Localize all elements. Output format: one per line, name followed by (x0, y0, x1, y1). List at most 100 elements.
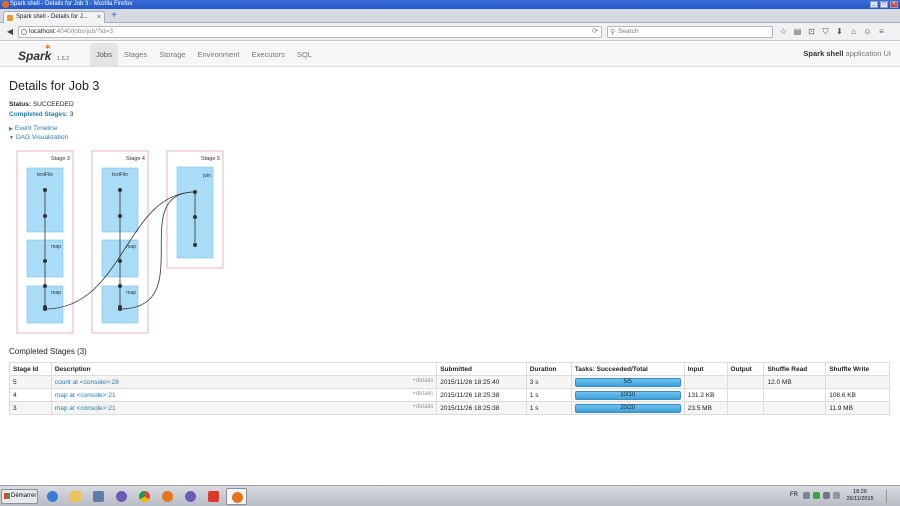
nav-environment[interactable]: Environment (191, 43, 245, 66)
stage-description: count at <console>:28 +details (50, 375, 438, 389)
stage-shuffle-write: 108.6 KB (825, 388, 890, 402)
tab-close-icon[interactable]: × (97, 12, 101, 23)
dag-stage-1[interactable]: Stage 3 textFile map map (16, 150, 74, 334)
dag-visualization-label: DAG Visualization (15, 134, 69, 141)
page-title: Details for Job 3 (9, 79, 100, 93)
chrome-taskbar-icon[interactable] (134, 488, 155, 505)
firefox-active-taskbar-icon[interactable] (226, 488, 247, 505)
table-row: 3 map at <console>:21 +details 2015/11/26… (9, 401, 890, 415)
dag-node[interactable] (118, 284, 122, 288)
toolbar-icons: ☆ ▤ ⊡ ⛉ ⬇ ⌂ ☺ ≡ (778, 26, 887, 38)
details-toggle[interactable]: +details (412, 391, 433, 397)
minimize-icon[interactable]: _ (870, 1, 878, 8)
start-button[interactable]: Démarrer (1, 489, 38, 504)
windows-logo-icon (4, 493, 10, 499)
tray-volume-icon[interactable] (833, 492, 840, 499)
col-description[interactable]: Description (50, 362, 438, 376)
dag-node[interactable] (118, 188, 122, 192)
col-input[interactable]: Input (683, 362, 728, 376)
dag-node[interactable] (43, 259, 47, 263)
language-indicator[interactable]: FR (790, 492, 798, 498)
dag-node[interactable] (118, 259, 122, 263)
reading-list-icon[interactable]: ▤ (792, 26, 803, 38)
reload-icon[interactable]: ⟳ (592, 27, 598, 37)
chat-icon[interactable]: ☺ (862, 26, 873, 38)
event-timeline-label: Event Timeline (14, 125, 58, 132)
url-bar[interactable]: localhost:4040/jobs/job/?id=3 ⟳ (18, 26, 602, 38)
dag-node[interactable] (193, 243, 197, 247)
taskbar-clock[interactable]: 18:26 26/11/2015 (842, 489, 878, 503)
dag-visualization-toggle[interactable]: ▼ DAG Visualization (9, 134, 68, 141)
col-submitted[interactable]: Submitted (436, 362, 527, 376)
col-duration[interactable]: Duration (525, 362, 572, 376)
download-icon[interactable]: ⬇ (834, 26, 845, 38)
site-info-icon[interactable] (21, 29, 27, 35)
search-input[interactable]: ⚲ Search (607, 26, 773, 38)
stage-submitted: 2015/11/26 18:25:38 (436, 388, 527, 402)
app-suffix: application UI (845, 49, 891, 58)
close-icon[interactable]: × (890, 1, 898, 8)
dag-node[interactable] (43, 284, 47, 288)
eclipse2-taskbar-icon[interactable] (180, 488, 201, 505)
dag-node[interactable] (43, 188, 47, 192)
browser-tab[interactable]: Spark shell - Details for J... × (3, 11, 105, 23)
dag-stage-3[interactable]: Stage 5 join (166, 150, 224, 269)
pocket-icon[interactable]: ⛉ (820, 26, 831, 38)
col-shuffle-write[interactable]: Shuffle Write (825, 362, 890, 376)
new-tab-icon[interactable]: + (109, 11, 119, 21)
tab-title: Spark shell - Details for J... (16, 14, 88, 20)
task-progress-text: 5/5 (623, 378, 632, 385)
tray-network-icon[interactable] (823, 492, 830, 499)
col-output[interactable]: Output (726, 362, 765, 376)
ie-taskbar-icon[interactable] (42, 488, 63, 505)
nav-executors[interactable]: Executors (246, 43, 291, 66)
explorer-taskbar-icon[interactable] (65, 488, 86, 505)
url-path: :4040/jobs/job/?id=3 (54, 28, 114, 35)
table-row: 4 map at <console>:21 +details 2015/11/26… (9, 388, 890, 402)
eclipse-taskbar-icon[interactable] (111, 488, 132, 505)
show-desktop-button[interactable] (886, 490, 898, 503)
col-stage-id[interactable]: Stage Id (9, 362, 52, 376)
stage-shuffle-write (825, 375, 890, 389)
completed-stages-link[interactable]: Completed Stages: (9, 111, 68, 118)
details-toggle[interactable]: +details (412, 404, 433, 410)
details-toggle[interactable]: +details (412, 378, 433, 384)
stage-description-link[interactable]: map at <console>:21 (55, 392, 116, 399)
nav-stages[interactable]: Stages (118, 43, 153, 66)
dag-node[interactable] (193, 215, 197, 219)
stage-description-link[interactable]: map at <console>:21 (55, 405, 116, 412)
task-progress-bar: 10/10 (574, 390, 681, 400)
col-tasks[interactable]: Tasks: Succeeded/Total (570, 362, 685, 376)
stage-tasks: 10/10 (570, 388, 685, 402)
firefox-taskbar-icon[interactable] (157, 488, 178, 505)
menu-icon[interactable]: ≡ (876, 26, 887, 38)
dag-node[interactable] (43, 214, 47, 218)
spark-logo[interactable]: Spark ✶ 1.5.2 (18, 42, 72, 65)
expand-arrow-icon: ▶ (9, 126, 13, 132)
back-icon[interactable]: ◀ (4, 26, 16, 38)
network-taskbar-icon[interactable] (88, 488, 109, 505)
app-title: Spark shell application UI (803, 49, 891, 58)
lock-icon[interactable]: ⊡ (806, 26, 817, 38)
system-tray: FR 18:26 26/11/2015 (778, 488, 898, 505)
pdf-taskbar-icon[interactable] (203, 488, 224, 505)
table-row: 5 count at <console>:28 +details 2015/11/… (9, 375, 890, 389)
nav-storage[interactable]: Storage (153, 43, 191, 66)
tray-arrow-icon[interactable] (803, 492, 810, 499)
task-progress-text: 20/20 (620, 404, 636, 411)
nav-jobs[interactable]: Jobs (90, 43, 118, 66)
nav-sql[interactable]: SQL (291, 43, 318, 66)
bookmark-star-icon[interactable]: ☆ (778, 26, 789, 38)
stage-description-link[interactable]: count at <console>:28 (55, 379, 119, 386)
tray-security-icon[interactable] (813, 492, 820, 499)
home-icon[interactable]: ⌂ (848, 26, 859, 38)
stage-output (726, 388, 765, 402)
completed-stages-count: 3 (69, 111, 74, 118)
stage-submitted: 2015/11/26 18:25:38 (436, 401, 527, 415)
event-timeline-toggle[interactable]: ▶ Event Timeline (9, 125, 58, 132)
dag-node[interactable] (118, 214, 122, 218)
col-shuffle-read[interactable]: Shuffle Read (763, 362, 827, 376)
url-host: localhost (29, 28, 55, 35)
tab-strip: Spark shell - Details for J... × + (0, 9, 900, 23)
maximize-icon[interactable]: □ (880, 1, 888, 8)
